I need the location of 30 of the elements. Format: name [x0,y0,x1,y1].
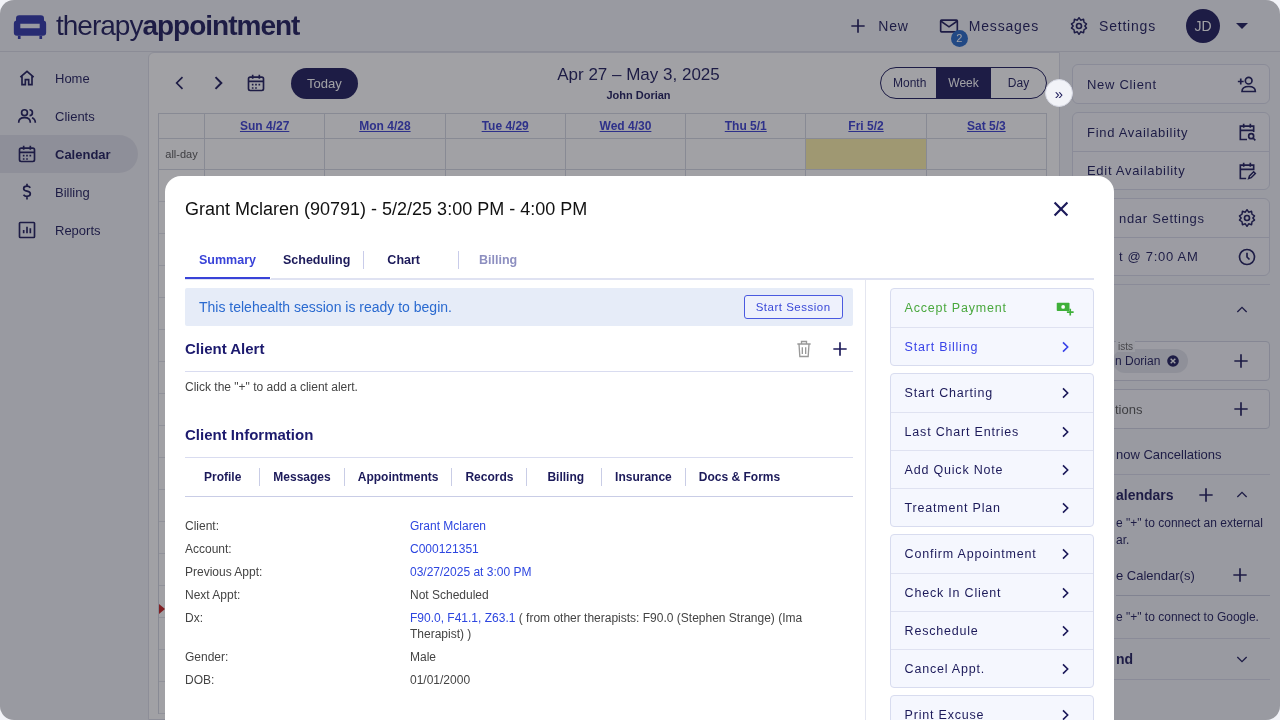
notice-text: This telehealth session is ready to begin. [199,299,452,315]
field-value: 01/01/2000 [410,672,472,688]
field-value: F90.0, F41.1, Z63.1 ( from other therapists: F90.0 (Stephen Strange) (Ima Therapist) ) [410,610,804,642]
hint-text: Click the "+" to add a client alert. [185,380,359,394]
hint-text: ar. [1116,532,1131,549]
calendar-title: Apr 27 – May 3, 2025 [556,65,721,85]
hint-text: e "+" to connect to Google. [1116,610,1260,624]
checkbox-label: now Cancellations [1116,446,1223,464]
field-value: Male [410,649,437,665]
calendar-subtitle: John Dorian [605,89,672,101]
all-day-label: all-day [164,147,199,162]
count-badge: 2 [950,29,968,47]
dialog-title: Grant Mclaren (90791) - 5/2/25 3:00 PM - 4:00 PM [185,198,588,220]
calendar-label: e Calendar(s) [1116,567,1195,583]
field-label: Gender: [185,649,230,665]
logo-wordmark: therapyappointment [56,9,300,42]
field-label: Previous Appt: [185,564,264,580]
field-label: Account: [185,541,233,557]
section-title: Client Alert [185,340,265,357]
section-title: Client Information [185,426,314,443]
field-value: Not Scheduled [410,587,490,603]
section-title: nd [1116,651,1135,667]
field-label: ists [1116,341,1135,352]
section-title: alendars [1116,487,1175,503]
field-label: DOB: [185,672,216,688]
hint-text: e "+" to connect an external [1116,515,1264,532]
field-label: Client: [185,518,220,534]
field-placeholder: tions [1115,401,1143,417]
field-label: Dx: [185,610,204,627]
field-label: Next Appt: [185,587,242,603]
